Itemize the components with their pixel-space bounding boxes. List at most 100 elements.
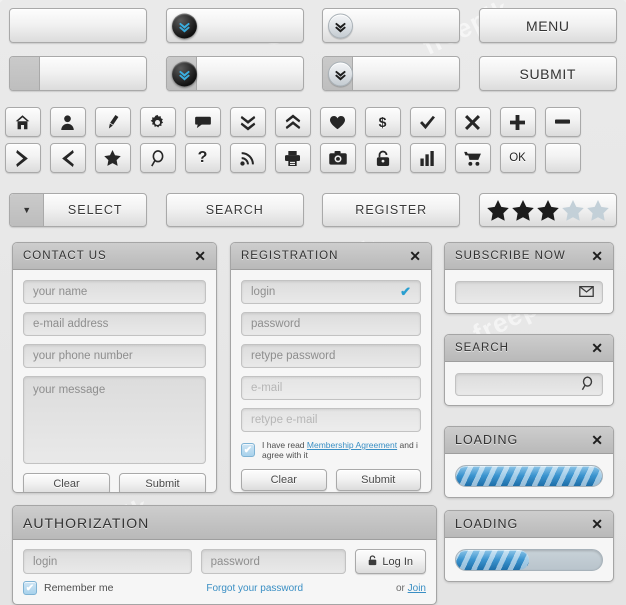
auth-password-field[interactable]: password	[200, 549, 347, 574]
triangle-down-icon: ▼	[10, 194, 45, 226]
text-input-plain[interactable]	[9, 8, 148, 43]
phone-field[interactable]: your phone number	[23, 344, 206, 368]
clear-button[interactable]: Clear	[241, 469, 327, 491]
star-icon[interactable]	[561, 199, 584, 221]
subscribe-email-field[interactable]	[455, 281, 603, 304]
text-input-prefix-dark-badge[interactable]	[165, 56, 304, 91]
plus-icon[interactable]	[499, 107, 536, 137]
search-button[interactable]: SEARCH	[165, 193, 304, 227]
close-x-icon[interactable]: ✕	[591, 517, 603, 531]
login-placeholder: login	[251, 286, 276, 298]
question-mark-icon[interactable]: ?	[184, 143, 221, 173]
panel-body: login ✔ password retype password e-mail …	[231, 270, 431, 492]
star-rating[interactable]	[478, 193, 617, 227]
text-input-dark-badge[interactable]	[165, 8, 304, 43]
panel-header: LOADING ✕	[445, 511, 613, 538]
remember-me-checkbox[interactable]: ✔	[23, 581, 37, 595]
or-label: or	[395, 582, 408, 594]
input-prefix[interactable]	[10, 57, 41, 90]
close-x-icon[interactable]: ✕	[194, 249, 206, 263]
name-field[interactable]: your name	[23, 280, 206, 304]
message-textarea[interactable]: your message	[23, 376, 206, 464]
progress-track	[455, 465, 603, 487]
retype-email-field[interactable]: retype e-mail	[241, 408, 421, 432]
password-field[interactable]: password	[241, 312, 421, 336]
close-x-icon[interactable]: ✕	[591, 433, 603, 447]
clear-button[interactable]: Clear	[23, 473, 110, 492]
chevron-left-icon[interactable]	[49, 143, 86, 173]
membership-agreement-link[interactable]: Membership Agreement	[307, 440, 397, 450]
heart-icon[interactable]	[319, 107, 356, 137]
menu-button[interactable]: MENU	[478, 8, 617, 43]
double-chevron-down-icon	[171, 61, 197, 86]
panel-body	[445, 538, 613, 581]
panel-title: SUBSCRIBE NOW	[455, 250, 566, 262]
double-chevron-down-icon[interactable]	[229, 107, 266, 137]
search-magnifier-icon[interactable]	[139, 143, 176, 173]
log-in-button[interactable]: Log In	[355, 549, 426, 574]
submit-button[interactable]: Submit	[119, 473, 206, 492]
join-link[interactable]: Join	[408, 583, 426, 594]
search-input[interactable]	[455, 373, 603, 396]
panel-title: SEARCH	[455, 342, 509, 354]
star-icon[interactable]	[536, 199, 559, 221]
registration-panel: REGISTRATION ✕ login ✔ password retype p…	[230, 242, 432, 493]
agreement-checkbox[interactable]: ✔	[241, 443, 255, 457]
progress-fill	[456, 550, 529, 570]
pencil-icon[interactable]	[94, 107, 131, 137]
bar-chart-icon[interactable]	[409, 143, 446, 173]
retype-password-field[interactable]: retype password	[241, 344, 421, 368]
submit-button[interactable]: SUBMIT	[478, 56, 617, 91]
user-icon[interactable]	[49, 107, 86, 137]
star-icon[interactable]	[511, 199, 534, 221]
close-x-icon[interactable]: ✕	[591, 249, 603, 263]
home-icon[interactable]	[4, 107, 41, 137]
lock-icon[interactable]	[364, 143, 401, 173]
forgot-password-link[interactable]: Forgot your password	[113, 583, 396, 594]
progress-fill	[456, 466, 602, 486]
panel-title: CONTACT US	[23, 250, 107, 262]
shopping-cart-icon[interactable]	[454, 143, 491, 173]
auth-login-field[interactable]: login	[23, 549, 192, 574]
star-icon[interactable]	[486, 199, 509, 221]
panel-title: REGISTRATION	[241, 250, 339, 262]
text-input-light-badge[interactable]	[322, 8, 461, 43]
blank-button[interactable]	[544, 143, 581, 173]
chevron-right-icon[interactable]	[4, 143, 41, 173]
minus-icon[interactable]	[544, 107, 581, 137]
ok-button[interactable]: OK	[499, 143, 536, 173]
star-icon[interactable]	[94, 143, 131, 173]
close-x-icon[interactable]: ✕	[591, 341, 603, 355]
input-row-prefixed: SUBMIT	[0, 56, 626, 91]
panel-body	[445, 362, 613, 405]
panel-title: AUTHORIZATION	[23, 514, 150, 531]
panel-body: your name e-mail address your phone numb…	[13, 270, 216, 492]
text-input-prefix-light-badge[interactable]	[322, 56, 461, 91]
dollar-icon[interactable]: $	[364, 107, 401, 137]
camera-icon[interactable]	[319, 143, 356, 173]
close-x-icon[interactable]	[454, 107, 491, 137]
rss-icon[interactable]	[229, 143, 266, 173]
close-x-icon[interactable]: ✕	[409, 249, 421, 263]
check-icon: ✔	[400, 284, 411, 299]
star-icon[interactable]	[586, 199, 609, 221]
select-dropdown[interactable]: ▼ SELECT	[9, 193, 148, 227]
chat-bubble-icon[interactable]	[184, 107, 221, 137]
check-icon[interactable]	[409, 107, 446, 137]
submit-button[interactable]: Submit	[335, 469, 421, 491]
text-input-prefix-plain[interactable]	[9, 56, 148, 91]
email-field[interactable]: e-mail	[241, 376, 421, 400]
double-chevron-up-icon[interactable]	[274, 107, 311, 137]
gear-icon[interactable]	[139, 107, 176, 137]
double-chevron-down-icon	[328, 61, 354, 86]
remember-me-row: ✔ Remember me	[23, 581, 113, 595]
progress-track	[455, 549, 603, 571]
panel-header: SUBSCRIBE NOW ✕	[445, 243, 613, 270]
email-field[interactable]: e-mail address	[23, 312, 206, 336]
login-field[interactable]: login ✔	[241, 280, 421, 304]
search-magnifier-icon	[581, 375, 594, 393]
register-button[interactable]: REGISTER	[322, 193, 461, 227]
question-label: ?	[197, 149, 208, 166]
panel-title: LOADING	[455, 433, 519, 447]
printer-icon[interactable]	[274, 143, 311, 173]
